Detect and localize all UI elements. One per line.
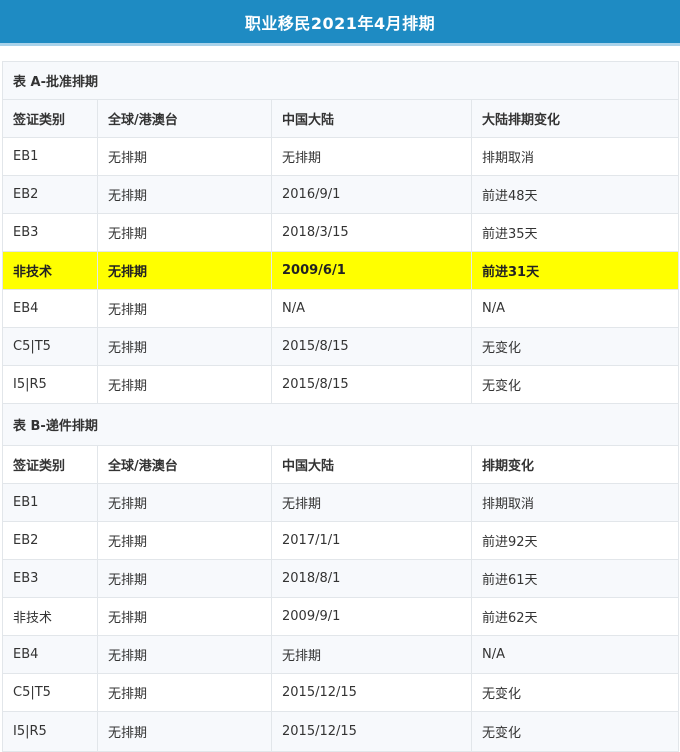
column-header: 全球/港澳台 (97, 445, 272, 484)
table-row: I5|R5 无排期 2015/8/15 无变化 (2, 365, 680, 404)
table-b-header-row: 签证类别 全球/港澳台 中国大陆 排期变化 (2, 445, 680, 484)
table-a-section-row: 表 A-批准排期 (1, 61, 680, 100)
table-cell: EB4 (2, 289, 98, 328)
table-cell: 无排期 (97, 137, 272, 176)
table-cell: 无排期 (97, 175, 272, 214)
table-cell: 无排期 (97, 559, 272, 598)
table-cell: 2015/8/15 (271, 327, 472, 366)
table-a-header-row: 签证类别 全球/港澳台 中国大陆 大陆排期变化 (2, 99, 680, 138)
table-cell: 无排期 (97, 521, 272, 560)
table-row: EB2 无排期 2016/9/1 前进48天 (2, 175, 680, 214)
table-row: EB4 无排期 无排期 N/A (2, 635, 680, 674)
table-cell: 2018/3/15 (271, 213, 472, 252)
table-cell: 前进92天 (470, 521, 680, 560)
table-b-title: 表 B-递件排期 (1, 403, 680, 446)
table-row: 非技术 无排期 2009/9/1 前进62天 (2, 597, 680, 636)
column-header: 排期变化 (470, 445, 680, 484)
table-cell: 排期取消 (470, 137, 680, 176)
table-cell: 无排期 (271, 137, 472, 176)
table-row: I5|R5 无排期 2015/12/15 无变化 (2, 711, 680, 752)
table-cell: 无排期 (97, 213, 272, 252)
table-cell: 无排期 (97, 635, 272, 674)
table-cell: 2016/9/1 (271, 175, 472, 214)
table-row: EB4 无排期 N/A N/A (2, 289, 680, 328)
table-cell: I5|R5 (2, 711, 98, 752)
table-cell: 无排期 (271, 483, 472, 522)
column-header: 中国大陆 (271, 445, 472, 484)
table-cell: 2015/8/15 (271, 365, 472, 404)
table-cell: 前进31天 (470, 251, 680, 290)
table-row: EB3 无排期 2018/3/15 前进35天 (2, 213, 680, 252)
table-cell: EB2 (2, 521, 98, 560)
table-cell: 无变化 (470, 365, 680, 404)
table-cell: N/A (470, 289, 680, 328)
table-cell: EB1 (2, 137, 98, 176)
table-cell: 无变化 (470, 711, 680, 752)
table-row: EB1 无排期 无排期 排期取消 (2, 137, 680, 176)
page-title: 职业移民2021年4月排期 (244, 13, 436, 33)
table-cell: 非技术 (2, 597, 98, 636)
table-cell: 无排期 (271, 635, 472, 674)
table-cell: EB2 (2, 175, 98, 214)
table-cell: 前进62天 (470, 597, 680, 636)
table-cell: 非技术 (2, 251, 98, 290)
table-row: EB3 无排期 2018/8/1 前进61天 (2, 559, 680, 598)
table-row: EB1 无排期 无排期 排期取消 (2, 483, 680, 522)
table-cell: EB4 (2, 635, 98, 674)
table-cell: 无排期 (97, 711, 272, 752)
table-cell: 无排期 (97, 597, 272, 636)
table-cell: N/A (470, 635, 680, 674)
table-cell: I5|R5 (2, 365, 98, 404)
page-header: 职业移民2021年4月排期 (0, 0, 680, 46)
table-a-title: 表 A-批准排期 (1, 61, 680, 100)
table-cell: EB3 (2, 213, 98, 252)
table-cell: EB1 (2, 483, 98, 522)
column-header: 签证类别 (2, 445, 98, 484)
table-cell: EB3 (2, 559, 98, 598)
table-cell: 无排期 (97, 483, 272, 522)
table-cell: 2015/12/15 (271, 711, 472, 752)
table-cell: 2009/9/1 (271, 597, 472, 636)
table-cell: C5|T5 (2, 327, 98, 366)
table-row: C5|T5 无排期 2015/8/15 无变化 (2, 327, 680, 366)
table-cell: 2018/8/1 (271, 559, 472, 598)
column-header: 中国大陆 (271, 99, 472, 138)
table-cell: 排期取消 (470, 483, 680, 522)
visa-bulletin-table: 表 A-批准排期 签证类别 全球/港澳台 中国大陆 大陆排期变化 EB1 无排期… (1, 61, 680, 752)
table-b-section-row: 表 B-递件排期 (1, 403, 680, 446)
table-row: C5|T5 无排期 2015/12/15 无变化 (2, 673, 680, 712)
table-row: EB2 无排期 2017/1/1 前进92天 (2, 521, 680, 560)
table-cell: 无变化 (470, 673, 680, 712)
table-cell: 前进48天 (470, 175, 680, 214)
table-cell: N/A (271, 289, 472, 328)
table-cell: 2009/6/1 (271, 251, 472, 290)
table-cell: 无排期 (97, 365, 272, 404)
table-cell: 无变化 (470, 327, 680, 366)
table-cell: 2015/12/15 (271, 673, 472, 712)
table-cell: 前进61天 (470, 559, 680, 598)
highlighted-table-row: 非技术 无排期 2009/6/1 前进31天 (2, 251, 680, 290)
table-cell: 无排期 (97, 673, 272, 712)
column-header: 签证类别 (2, 99, 98, 138)
table-cell: 无排期 (97, 327, 272, 366)
table-cell: 无排期 (97, 251, 272, 290)
column-header: 全球/港澳台 (97, 99, 272, 138)
table-cell: 2017/1/1 (271, 521, 472, 560)
table-cell: 前进35天 (470, 213, 680, 252)
table-cell: C5|T5 (2, 673, 98, 712)
column-header: 大陆排期变化 (470, 99, 680, 138)
table-cell: 无排期 (97, 289, 272, 328)
